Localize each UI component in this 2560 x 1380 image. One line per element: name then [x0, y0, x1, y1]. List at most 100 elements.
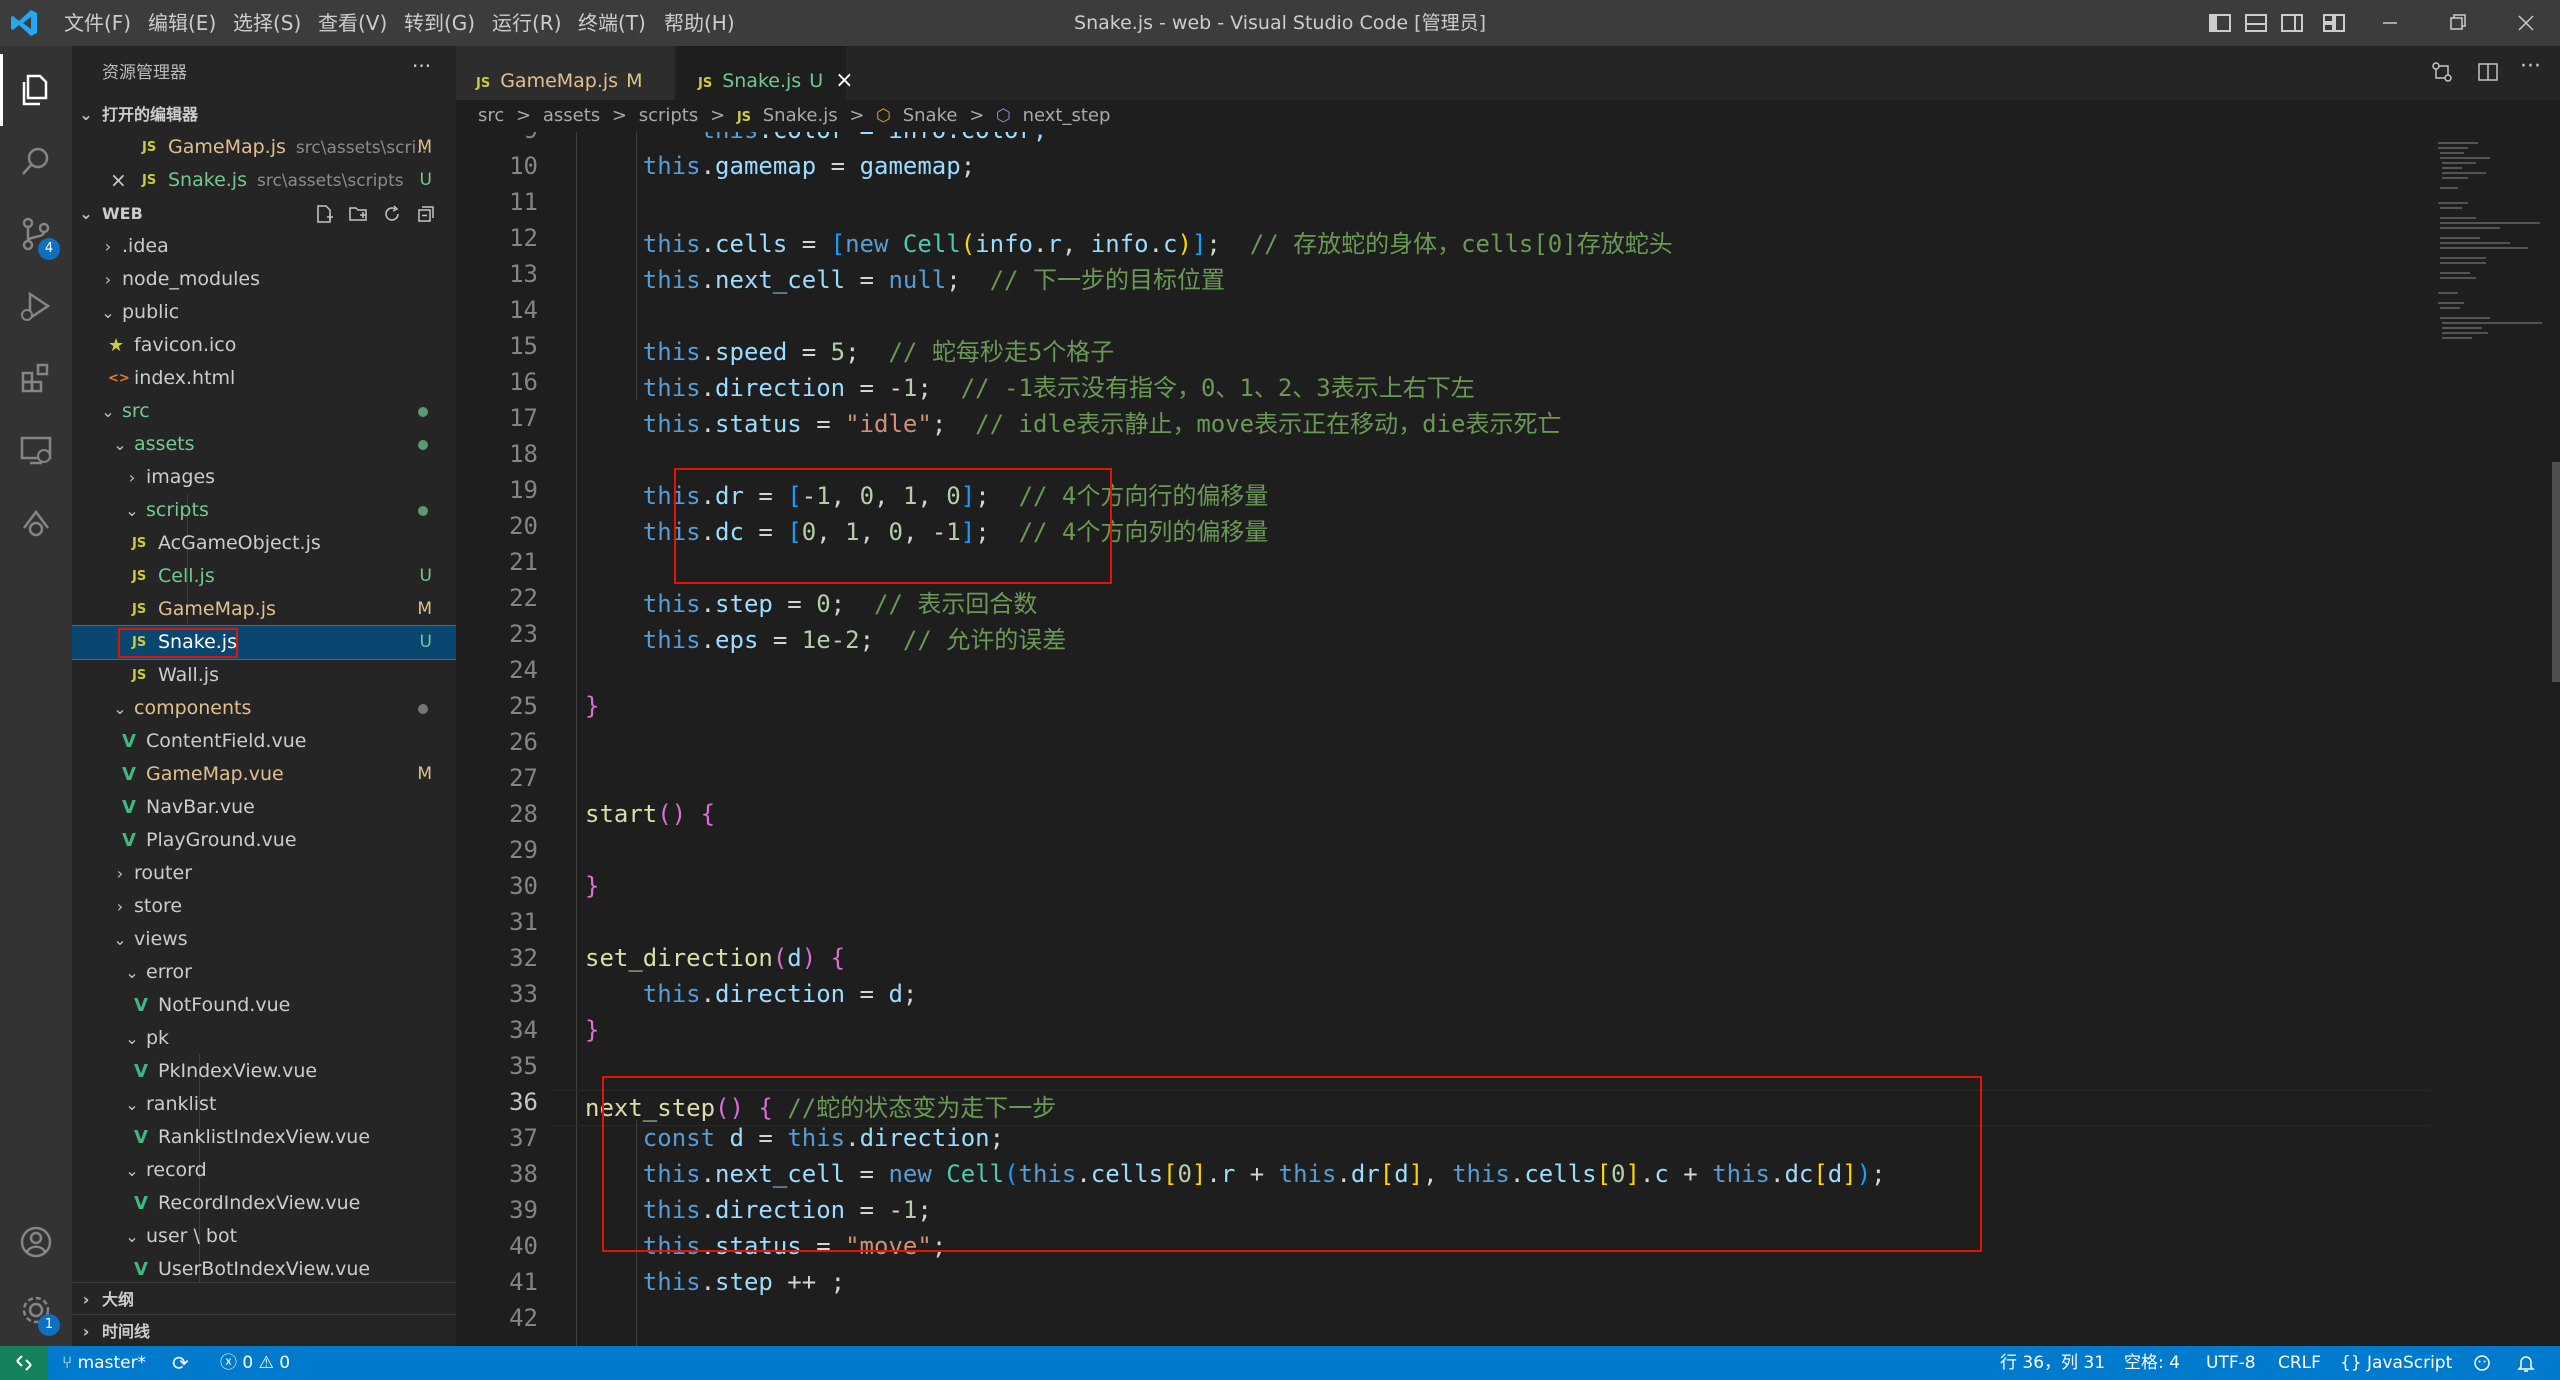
tree-file[interactable]: JS Cell.js U	[72, 560, 456, 593]
activity-remote-explorer[interactable]	[0, 414, 72, 486]
restore-icon[interactable]	[2444, 9, 2472, 37]
encoding-status[interactable]: UTF-8	[2206, 1346, 2256, 1380]
tree-folder[interactable]: ⌄ public	[72, 296, 456, 329]
menu-help[interactable]: 帮助(H)	[664, 0, 735, 46]
remote-indicator[interactable]	[0, 1346, 48, 1380]
breadcrumb-item[interactable]: scripts	[639, 105, 699, 126]
new-folder-icon[interactable]	[348, 204, 368, 224]
tree-folder[interactable]: › images	[72, 461, 456, 494]
code-line: this.step = 0; // 表示回合数	[642, 590, 1038, 618]
tree-folder[interactable]: ⌄ components	[72, 692, 456, 725]
timeline-section[interactable]: › 时间线	[72, 1314, 456, 1346]
tree-folder[interactable]: ⌄ record	[72, 1154, 456, 1187]
open-editor-item[interactable]: JS GameMap.js src\assets\scri... M	[72, 131, 456, 164]
refresh-icon[interactable]	[382, 204, 402, 224]
remote-icon	[16, 1355, 32, 1371]
activity-manage[interactable]: 1	[0, 1274, 72, 1346]
cursor-position[interactable]: 行 36，列 31	[2000, 1346, 2105, 1380]
branch-status[interactable]: ⑂ master*	[62, 1346, 146, 1380]
code-editor[interactable]: 9 this.color = info.color; 10 this.gamema…	[456, 132, 2560, 1346]
tree-file[interactable]: V PlayGround.vue	[72, 824, 456, 857]
tree-file[interactable]: V NavBar.vue	[72, 791, 456, 824]
breadcrumb-item[interactable]: assets	[543, 105, 600, 126]
menu-view[interactable]: 查看(V)	[318, 0, 387, 46]
tree-file[interactable]: V PkIndexView.vue	[72, 1055, 456, 1088]
tree-folder[interactable]: ⌄ user \ bot	[72, 1220, 456, 1253]
tree-file[interactable]: JS GameMap.js M	[72, 593, 456, 626]
menu-run[interactable]: 运行(R)	[492, 0, 562, 46]
tree-folder[interactable]: ⌄ ranklist	[72, 1088, 456, 1121]
open-editor-item[interactable]: × JS Snake.js src\assets\scripts U	[72, 164, 456, 197]
activity-source-control[interactable]: 4	[0, 198, 72, 270]
minimize-icon[interactable]	[2376, 9, 2404, 37]
indentation-status[interactable]: 空格: 4	[2124, 1346, 2180, 1380]
activity-extensions[interactable]	[0, 342, 72, 414]
tree-file[interactable]: V GameMap.vue M	[72, 758, 456, 791]
tree-folder[interactable]: ⌄ assets	[72, 428, 456, 461]
vscode-logo-icon[interactable]	[8, 7, 40, 39]
tree-folder[interactable]: › store	[72, 890, 456, 923]
modified-status: M	[417, 137, 432, 157]
tree-file[interactable]: V NotFound.vue	[72, 989, 456, 1022]
customize-layout-icon[interactable]	[2320, 9, 2348, 37]
menu-go[interactable]: 转到(G)	[404, 0, 475, 46]
split-editor-icon[interactable]	[2474, 58, 2502, 86]
breadcrumb-item[interactable]: Snake.js	[763, 105, 838, 126]
activity-accounts[interactable]	[0, 1206, 72, 1278]
tree-folder[interactable]: › router	[72, 857, 456, 890]
sync-icon[interactable]: ⟳	[172, 1346, 189, 1380]
tree-folder[interactable]: ⌄ scripts	[72, 494, 456, 527]
toggle-panel-icon[interactable]	[2242, 9, 2270, 37]
minimap[interactable]	[2430, 132, 2560, 1346]
collapse-all-icon[interactable]	[416, 204, 436, 224]
breadcrumb-item[interactable]: src	[478, 105, 504, 126]
tree-file[interactable]: JS AcGameObject.js	[72, 527, 456, 560]
tree-file[interactable]: ★ favicon.ico	[72, 329, 456, 362]
close-icon[interactable]: ×	[110, 164, 127, 197]
activity-explorer[interactable]	[0, 54, 72, 126]
language-status[interactable]: {} JavaScript	[2340, 1346, 2452, 1380]
tree-folder[interactable]: ⌄ src	[72, 395, 456, 428]
more-actions-icon[interactable]: ···	[412, 54, 431, 78]
tree-folder[interactable]: ⌄ pk	[72, 1022, 456, 1055]
outline-section[interactable]: › 大纲	[72, 1282, 456, 1315]
breadcrumb-item[interactable]: next_step	[1023, 105, 1111, 126]
tree-file[interactable]: JS Wall.js	[72, 659, 456, 692]
scrollbar-thumb[interactable]	[2552, 462, 2560, 682]
open-editors-section[interactable]: ⌄ 打开的编辑器	[72, 98, 456, 131]
more-actions-icon[interactable]: ···	[2520, 54, 2541, 79]
tree-file[interactable]: V RecordIndexView.vue	[72, 1187, 456, 1220]
explorer-sidebar: 资源管理器 ··· ⌄ 打开的编辑器 JS GameMap.js src\asse…	[72, 46, 456, 1346]
tree-folder[interactable]: › node_modules	[72, 263, 456, 296]
menu-selection[interactable]: 选择(S)	[233, 0, 301, 46]
activity-search[interactable]	[0, 126, 72, 198]
close-tab-icon[interactable]: ×	[835, 68, 853, 93]
tree-file[interactable]: <> index.html	[72, 362, 456, 395]
menu-file[interactable]: 文件(F)	[64, 0, 131, 46]
tree-folder[interactable]: › .idea	[72, 230, 456, 263]
breadcrumb-item[interactable]: Snake	[903, 105, 958, 126]
js-file-icon: JS	[698, 76, 713, 91]
activity-timeline[interactable]	[0, 486, 72, 558]
tree-folder[interactable]: ⌄ views	[72, 923, 456, 956]
code-line: this.step ++ ;	[642, 1268, 846, 1296]
toggle-sidebar-icon[interactable]	[2206, 9, 2234, 37]
feedback-icon[interactable]	[2472, 1353, 2492, 1373]
bell-icon[interactable]	[2516, 1353, 2536, 1373]
tree-folder[interactable]: ⌄ error	[72, 956, 456, 989]
problems-status[interactable]: ⓧ 0 ⚠ 0	[220, 1346, 290, 1380]
js-file-icon: JS	[132, 602, 147, 617]
tree-file[interactable]: V RanklistIndexView.vue	[72, 1121, 456, 1154]
workspace-label: WEB	[102, 204, 143, 223]
open-changes-icon[interactable]	[2428, 58, 2456, 86]
close-window-icon[interactable]	[2512, 9, 2540, 37]
eol-status[interactable]: CRLF	[2278, 1346, 2321, 1380]
menu-terminal[interactable]: 终端(T)	[578, 0, 646, 46]
menu-edit[interactable]: 编辑(E)	[148, 0, 216, 46]
activity-run-debug[interactable]	[0, 270, 72, 342]
vue-file-icon: V	[122, 731, 136, 752]
new-file-icon[interactable]	[314, 204, 334, 224]
toggle-secondary-sidebar-icon[interactable]	[2278, 9, 2306, 37]
workspace-section[interactable]: ⌄ WEB	[72, 197, 456, 230]
tree-file[interactable]: V ContentField.vue	[72, 725, 456, 758]
